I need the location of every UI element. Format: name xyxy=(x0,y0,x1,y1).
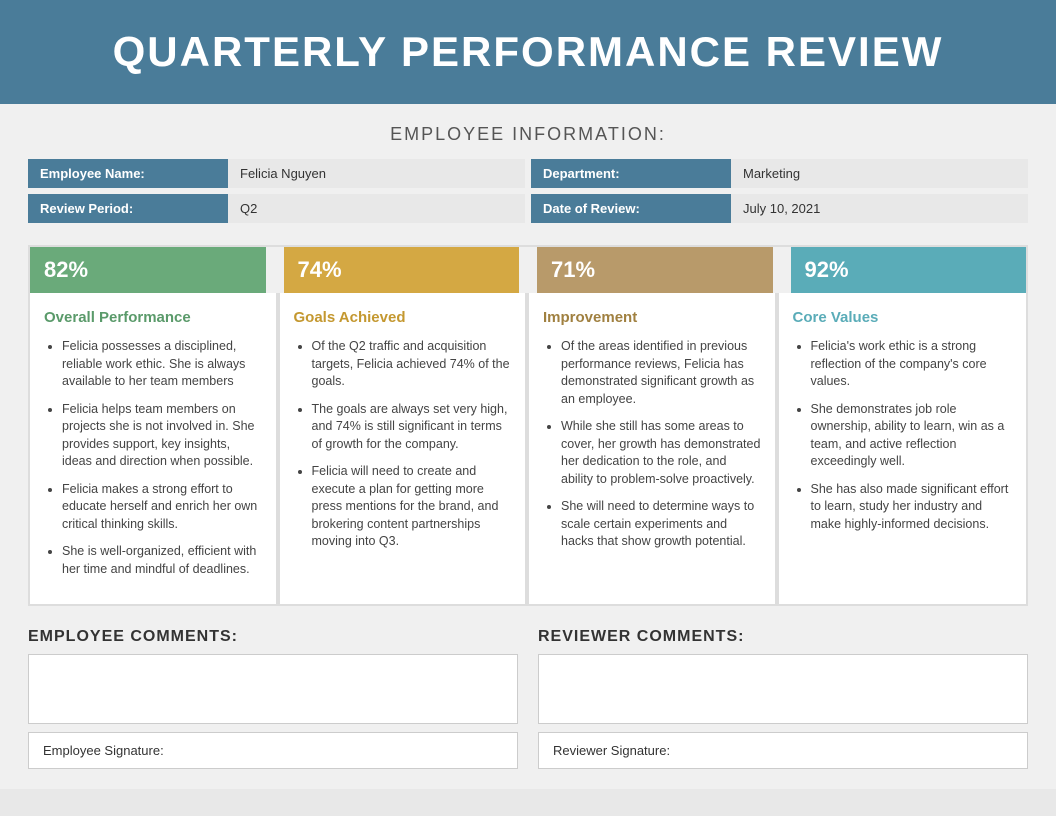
review-period-row: Review Period: Q2 xyxy=(28,194,525,223)
col-improvement: Improvement Of the areas identified in p… xyxy=(529,293,777,604)
metric-sep-2 xyxy=(519,247,537,293)
reviewer-signature-box: Reviewer Signature: xyxy=(538,732,1028,769)
col-core-values-list: Felicia's work ethic is a strong reflect… xyxy=(793,338,1013,533)
reviewer-comments-title: REVIEWER COMMENTS: xyxy=(538,628,1028,646)
review-period-value: Q2 xyxy=(228,194,525,223)
employee-info-grid: Employee Name: Felicia Nguyen Department… xyxy=(28,159,1028,223)
reviewer-signature-label: Reviewer Signature: xyxy=(553,743,670,758)
col-improvement-list: Of the areas identified in previous perf… xyxy=(543,338,761,551)
list-item: Felicia will need to create and execute … xyxy=(312,463,512,551)
col-goals-title: Goals Achieved xyxy=(294,309,512,326)
list-item: Of the areas identified in previous perf… xyxy=(561,338,761,408)
employee-name-label: Employee Name: xyxy=(28,159,228,188)
bottom-section: EMPLOYEE COMMENTS: Employee Signature: R… xyxy=(28,628,1028,769)
list-item: The goals are always set very high, and … xyxy=(312,401,512,454)
metric-bar-improvement: 71% xyxy=(537,247,773,293)
date-of-review-value: July 10, 2021 xyxy=(731,194,1028,223)
metric-bar-overall: 82% xyxy=(30,247,266,293)
list-item: Of the Q2 traffic and acquisition target… xyxy=(312,338,512,391)
reviewer-comments-col: REVIEWER COMMENTS: Reviewer Signature: xyxy=(538,628,1028,769)
employee-name-value: Felicia Nguyen xyxy=(228,159,525,188)
metric-bar-goals: 74% xyxy=(284,247,520,293)
list-item: While she still has some areas to cover,… xyxy=(561,418,761,488)
list-item: Felicia makes a strong effort to educate… xyxy=(62,481,262,534)
col-goals-list: Of the Q2 traffic and acquisition target… xyxy=(294,338,512,551)
metric-sep-1 xyxy=(266,247,284,293)
date-of-review-label: Date of Review: xyxy=(531,194,731,223)
employee-signature-label: Employee Signature: xyxy=(43,743,164,758)
main-content: EMPLOYEE INFORMATION: Employee Name: Fel… xyxy=(0,104,1056,789)
col-overall-performance: Overall Performance Felicia possesses a … xyxy=(30,293,278,604)
list-item: She will need to determine ways to scale… xyxy=(561,498,761,551)
date-of-review-row: Date of Review: July 10, 2021 xyxy=(531,194,1028,223)
metric-bar-core-values: 92% xyxy=(791,247,1027,293)
col-goals-achieved: Goals Achieved Of the Q2 traffic and acq… xyxy=(280,293,528,604)
employee-name-row: Employee Name: Felicia Nguyen xyxy=(28,159,525,188)
page-title: QUARTERLY PERFORMANCE REVIEW xyxy=(20,28,1036,76)
review-period-label: Review Period: xyxy=(28,194,228,223)
list-item: Felicia helps team members on projects s… xyxy=(62,401,262,471)
employee-comment-box[interactable] xyxy=(28,654,518,724)
col-core-values: Core Values Felicia's work ethic is a st… xyxy=(779,293,1027,604)
col-core-values-title: Core Values xyxy=(793,309,1013,326)
department-label: Department: xyxy=(531,159,731,188)
columns-wrapper: Overall Performance Felicia possesses a … xyxy=(28,293,1028,606)
list-item: Felicia's work ethic is a strong reflect… xyxy=(811,338,1013,391)
department-value: Marketing xyxy=(731,159,1028,188)
page-header: QUARTERLY PERFORMANCE REVIEW xyxy=(0,0,1056,104)
metrics-bar-row: 82% 74% 71% 92% xyxy=(30,247,1026,293)
employee-comments-col: EMPLOYEE COMMENTS: Employee Signature: xyxy=(28,628,518,769)
list-item: She demonstrates job role ownership, abi… xyxy=(811,401,1013,471)
department-row: Department: Marketing xyxy=(531,159,1028,188)
list-item: Felicia possesses a disciplined, reliabl… xyxy=(62,338,262,391)
employee-comments-title: EMPLOYEE COMMENTS: xyxy=(28,628,518,646)
metric-sep-3 xyxy=(773,247,791,293)
col-improvement-title: Improvement xyxy=(543,309,761,326)
metrics-section: 82% 74% 71% 92% xyxy=(28,245,1028,293)
list-item: She has also made significant effort to … xyxy=(811,481,1013,534)
col-overall-list: Felicia possesses a disciplined, reliabl… xyxy=(44,338,262,578)
list-item: She is well-organized, efficient with he… xyxy=(62,543,262,578)
employee-signature-box: Employee Signature: xyxy=(28,732,518,769)
columns-inner: Overall Performance Felicia possesses a … xyxy=(30,293,1026,604)
reviewer-comment-box[interactable] xyxy=(538,654,1028,724)
col-overall-title: Overall Performance xyxy=(44,309,262,326)
employee-info-title: EMPLOYEE INFORMATION: xyxy=(28,124,1028,145)
